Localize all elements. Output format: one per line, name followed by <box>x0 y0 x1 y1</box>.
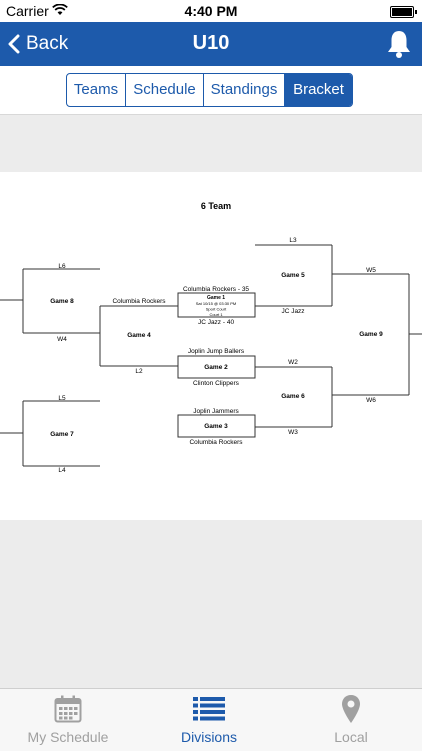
game9-label: Game 9 <box>359 331 383 338</box>
tab-divisions-label: Divisions <box>180 729 237 745</box>
bracket-title: 6 Team <box>201 201 231 211</box>
segment-standings[interactable]: Standings <box>204 74 285 106</box>
location-pin-icon <box>342 695 360 723</box>
game4-label: Game 4 <box>127 332 151 339</box>
game3-label: Game 3 <box>204 423 228 430</box>
game3-bottom-team: Columbia Rockers <box>189 439 243 446</box>
label-w2: W2 <box>288 359 298 366</box>
game1-court: Court 1 <box>209 312 223 317</box>
segment-bracket[interactable]: Bracket <box>285 74 352 106</box>
tab-my-schedule[interactable]: My Schedule <box>0 689 136 751</box>
calendar-icon <box>54 695 82 723</box>
list-icon <box>193 697 225 721</box>
game8-label: Game 8 <box>50 298 74 305</box>
game5-label: Game 5 <box>281 272 305 279</box>
label-l3: L3 <box>289 237 297 244</box>
game3-top-team: Joplin Jammers <box>193 408 239 415</box>
game1-bottom-team: JC Jazz - 40 <box>198 319 235 326</box>
label-w3: W3 <box>288 429 298 436</box>
game7-label: Game 7 <box>50 431 74 438</box>
segment-schedule[interactable]: Schedule <box>126 74 204 106</box>
bracket-diagram: 6 Team L6 Game 8 W4 Columbia Rockers Gam… <box>0 201 422 474</box>
game6-label: Game 6 <box>281 393 305 400</box>
game1-top-team: Columbia Rockers - 35 <box>183 286 249 293</box>
spacer-top <box>0 115 422 172</box>
game2-top-team: Joplin Jump Ballers <box>188 348 245 355</box>
spacer-bottom <box>0 520 422 688</box>
label-l6: L6 <box>58 263 66 270</box>
label-l2: L2 <box>135 368 143 375</box>
battery-icon <box>390 6 417 18</box>
tab-local-label: Local <box>334 729 368 745</box>
label-jc-jazz: JC Jazz <box>281 308 304 315</box>
label-w6: W6 <box>366 397 376 404</box>
game1-time: Sat 10/15 @ 03:30 PM <box>196 301 237 306</box>
game2-bottom-team: Clinton Clippers <box>193 380 240 387</box>
tab-local[interactable]: Local <box>283 689 419 751</box>
status-time: 4:40 PM <box>184 3 238 19</box>
page-title: U10 <box>192 32 230 54</box>
navigation-bar: Back U10 <box>0 22 422 66</box>
segment-teams[interactable]: Teams <box>67 74 126 106</box>
bracket-view[interactable]: 6 Team L6 Game 8 W4 Columbia Rockers Gam… <box>0 172 422 520</box>
tab-divisions[interactable]: Divisions <box>141 689 277 751</box>
label-l4: L4 <box>58 467 66 474</box>
segmented-control: Teams Schedule Standings Bracket <box>66 73 353 107</box>
status-bar: Carrier 4:40 PM <box>0 0 422 22</box>
bell-icon[interactable] <box>386 29 412 59</box>
game1-venue: Sport Court <box>206 307 227 312</box>
tab-bar: My Schedule Divisions Local <box>0 688 422 751</box>
tab-my-schedule-label: My Schedule <box>27 729 109 745</box>
label-w4: W4 <box>57 336 67 343</box>
label-columbia-rockers-g4: Columbia Rockers <box>112 298 166 305</box>
label-w5: W5 <box>366 267 376 274</box>
label-l5: L5 <box>58 395 66 402</box>
segment-bar: Teams Schedule Standings Bracket <box>0 66 422 115</box>
game2-label: Game 2 <box>204 364 228 371</box>
